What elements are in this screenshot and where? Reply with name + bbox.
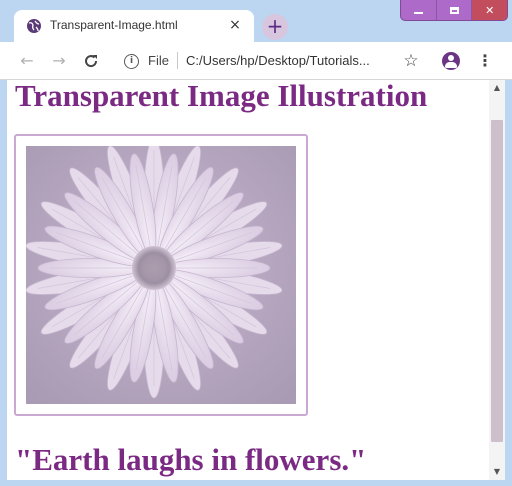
- star-icon: ☆: [403, 51, 419, 71]
- address-bar[interactable]: i File C:/Users/hp/Desktop/Tutorials...: [114, 47, 394, 75]
- minimize-icon: [413, 12, 423, 14]
- vertical-scrollbar[interactable]: ▲ ▼: [489, 80, 505, 480]
- menu-button[interactable]: ⋮: [474, 50, 496, 72]
- page-viewport: Transparent Image Illustration "Earth la…: [7, 80, 505, 480]
- image-frame: [14, 134, 308, 416]
- browser-window: Transparent-Image.html × + ✕ ← → i File …: [0, 0, 512, 486]
- reload-icon: [85, 55, 98, 68]
- account-icon: [442, 52, 460, 70]
- new-tab-button[interactable]: +: [262, 14, 288, 40]
- daisy-illustration: [26, 146, 296, 404]
- maximize-icon: [449, 6, 459, 14]
- info-icon[interactable]: i: [124, 54, 139, 69]
- tab-transparent-image[interactable]: Transparent-Image.html ×: [14, 10, 254, 42]
- scroll-down-button[interactable]: ▼: [489, 464, 505, 480]
- arrow-right-icon: →: [52, 51, 66, 70]
- arrow-left-icon: ←: [20, 51, 34, 70]
- scheme-label: File: [148, 53, 169, 68]
- title-bar: Transparent-Image.html × + ✕: [0, 0, 512, 42]
- bookmark-button[interactable]: ☆: [400, 50, 422, 72]
- flower-quote: "Earth laughs in flowers.": [15, 442, 367, 477]
- tab-title: Transparent-Image.html: [50, 18, 178, 32]
- flower-image: [26, 146, 296, 404]
- scroll-thumb[interactable]: [491, 120, 503, 442]
- window-controls: ✕: [400, 0, 508, 21]
- kebab-menu-icon: ⋮: [477, 51, 493, 70]
- address-divider: [177, 52, 178, 69]
- back-button[interactable]: ←: [16, 50, 38, 72]
- scroll-up-button[interactable]: ▲: [489, 80, 505, 96]
- minimize-button[interactable]: [401, 0, 437, 20]
- window-bottom-edge: [0, 480, 512, 486]
- browser-toolbar: ← → i File C:/Users/hp/Desktop/Tutorials…: [0, 42, 512, 80]
- page-heading: Transparent Image Illustration: [15, 80, 428, 113]
- close-icon: ✕: [485, 3, 495, 17]
- maximize-button[interactable]: [437, 0, 473, 20]
- tab-close-button[interactable]: ×: [226, 16, 244, 34]
- close-window-button[interactable]: ✕: [472, 0, 508, 20]
- profile-button[interactable]: [440, 50, 462, 72]
- url-text[interactable]: C:/Users/hp/Desktop/Tutorials...: [186, 53, 391, 68]
- globe-icon: [26, 18, 42, 34]
- forward-button[interactable]: →: [48, 50, 70, 72]
- reload-button[interactable]: [80, 50, 102, 72]
